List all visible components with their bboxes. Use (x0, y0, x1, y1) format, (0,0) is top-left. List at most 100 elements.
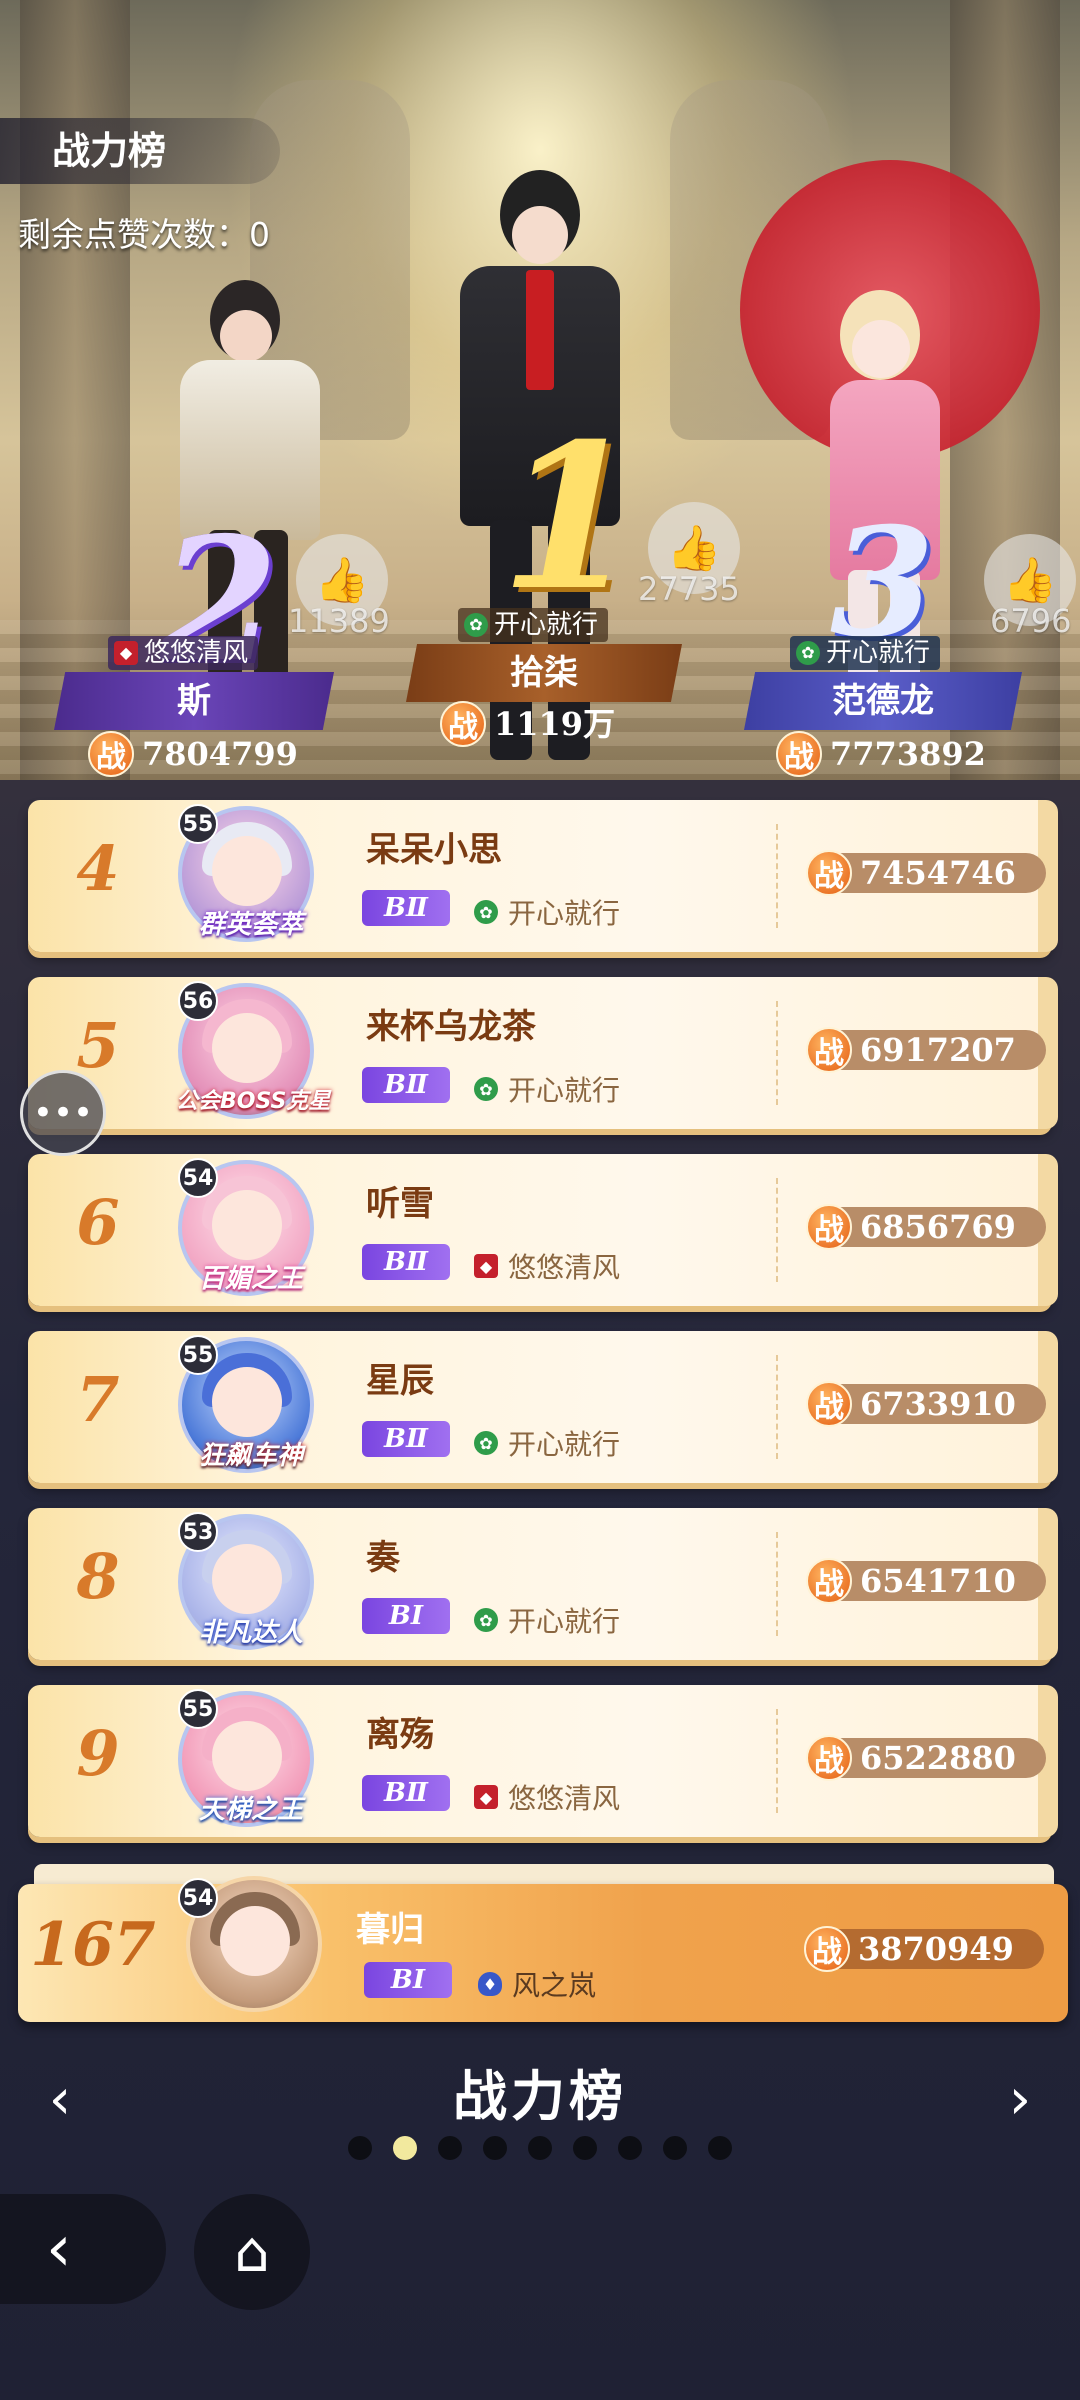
power-badge-icon: 战 (440, 701, 486, 747)
row-divider (776, 1532, 778, 1636)
player-name: 星辰 (366, 1361, 434, 1401)
player-title-badge: 公会BOSS克星 (176, 1089, 331, 1114)
tier-badge: BⅠ (362, 1598, 450, 1634)
page-dot[interactable] (393, 2136, 417, 2160)
guild-name: 开心就行 (508, 1605, 621, 1638)
thumbs-up-icon: 👍 (314, 555, 370, 606)
row-divider (776, 1001, 778, 1105)
player-level-badge: 55 (178, 1689, 218, 1729)
player-name: 呆呆小思 (366, 830, 502, 870)
power-value: 1119万 (494, 705, 616, 743)
power-badge-icon: 战 (806, 1204, 852, 1250)
guild-name: 悠悠清风 (144, 638, 249, 668)
player-guild: ✿ 开心就行 (474, 892, 620, 932)
row-divider (776, 824, 778, 928)
guild-name: 悠悠清风 (508, 1782, 621, 1815)
ranking-row[interactable]: 8 53 非凡达人 奏 BⅠ ✿ 开心就行 战 6541710 (28, 1508, 1058, 1668)
ranking-row[interactable]: 5 56 公会BOSS克星 来杯乌龙茶 BⅡ ✿ 开心就行 战 6917207 (28, 977, 1058, 1137)
power-value: 7454746 (840, 853, 1046, 893)
power-badge-icon: 战 (806, 1558, 852, 1604)
row-divider (776, 1709, 778, 1813)
player-title-badge: 百媚之王 (198, 1264, 303, 1294)
power-badge-icon: 战 (88, 731, 134, 777)
ranking-row[interactable]: 9 55 天梯之王 离殇 BⅡ ◆ 悠悠清风 战 6522880 (28, 1685, 1058, 1845)
guild-green-emblem-icon: ✿ (474, 1077, 498, 1101)
player-level-badge: 56 (178, 981, 218, 1021)
player-guild: ◆ 悠悠清风 (474, 1246, 620, 1286)
player-name-rank-3[interactable]: 范德龙 (744, 672, 1022, 730)
guild-green-emblem-icon: ✿ (474, 1431, 498, 1455)
player-guild: ✿ 开心就行 (474, 1069, 620, 1109)
podium-rank-1-number: 1 (500, 400, 640, 635)
page-indicator[interactable] (0, 2136, 1080, 2160)
ranking-row[interactable]: 6 54 百媚之王 听雪 BⅡ ◆ 悠悠清风 战 6856769 (28, 1154, 1058, 1314)
page-dot[interactable] (573, 2136, 597, 2160)
page-dot[interactable] (528, 2136, 552, 2160)
power-value: 6541710 (840, 1561, 1046, 1601)
my-ranking-row[interactable]: 167 54 暮归 BⅠ ♦ 风之岚 战 3870949 (18, 1876, 1068, 2022)
guild-name: 悠悠清风 (508, 1251, 621, 1284)
chat-bubble-icon: ••• (32, 1093, 94, 1133)
power-value: 3870949 (838, 1929, 1044, 1969)
guild-red-emblem-icon: ◆ (474, 1254, 498, 1278)
row-rank: 7 (76, 1363, 120, 1436)
row-rank: 8 (76, 1540, 120, 1613)
player-name: 奏 (366, 1538, 400, 1578)
row-rank: 6 (76, 1186, 120, 1259)
player-level-badge: 54 (178, 1158, 218, 1198)
home-button[interactable]: ⌂ (194, 2194, 310, 2310)
guild-tag-rank-1: ✿ 开心就行 (458, 608, 609, 642)
guild-name: 开心就行 (826, 638, 931, 668)
page-dot[interactable] (708, 2136, 732, 2160)
guild-green-emblem-icon: ✿ (474, 900, 498, 924)
power-badge-icon: 战 (806, 1735, 852, 1781)
guild-green-emblem-icon: ✿ (464, 613, 488, 637)
power-badge-icon: 战 (806, 1027, 852, 1073)
page-dot[interactable] (483, 2136, 507, 2160)
my-power: 战 3870949 (804, 1926, 1044, 1972)
power-rank-2: 战 7804799 (88, 731, 314, 777)
player-power: 战 6917207 (806, 1027, 1046, 1073)
row-divider (776, 1178, 778, 1282)
power-value: 6917207 (840, 1030, 1046, 1070)
guild-red-emblem-icon: ◆ (114, 641, 138, 665)
ranking-row[interactable]: 4 55 群英荟萃 呆呆小思 BⅡ ✿ 开心就行 战 7454746 (28, 800, 1058, 960)
player-level-badge: 55 (178, 804, 218, 844)
player-name-rank-2[interactable]: 斯 (54, 672, 334, 730)
chevron-right-icon: › (1008, 2067, 1032, 2132)
power-rank-1: 战 1119万 (440, 701, 631, 747)
player-name: 离殇 (366, 1715, 434, 1755)
my-level-badge: 54 (178, 1878, 218, 1918)
board-name: 战力榜 (453, 2065, 627, 2128)
guild-blue-emblem-icon: ♦ (478, 1972, 502, 1996)
next-board-button[interactable]: › (996, 2070, 1044, 2130)
ranking-row[interactable]: 7 55 狂飙车神 星辰 BⅡ ✿ 开心就行 战 6733910 (28, 1331, 1058, 1491)
row-rank: 9 (76, 1717, 120, 1790)
home-icon: ⌂ (234, 2219, 270, 2285)
tier-badge: BⅡ (362, 1244, 450, 1280)
chat-button[interactable]: ••• (20, 1070, 106, 1156)
my-rank: 167 (30, 1910, 156, 1980)
power-badge-icon: 战 (806, 850, 852, 896)
player-guild: ◆ 悠悠清风 (474, 1777, 620, 1817)
power-rank-3: 战 7773892 (776, 731, 1002, 777)
guild-green-emblem-icon: ✿ (474, 1608, 498, 1632)
page-dot[interactable] (618, 2136, 642, 2160)
player-power: 战 6541710 (806, 1558, 1046, 1604)
page-dot[interactable] (663, 2136, 687, 2160)
player-title-badge: 非凡达人 (198, 1618, 303, 1648)
like-count-rank-1: 27735 (638, 570, 740, 608)
power-value: 6522880 (840, 1738, 1046, 1778)
player-name-rank-1[interactable]: 拾柒 (406, 644, 682, 702)
guild-name: 风之岚 (512, 1969, 597, 2002)
guild-name: 开心就行 (508, 1428, 621, 1461)
page-dot[interactable] (348, 2136, 372, 2160)
my-tier-badge: BⅠ (364, 1962, 452, 1998)
back-button[interactable]: ‹ (0, 2194, 166, 2304)
like-count-rank-2: 11389 (288, 602, 390, 640)
player-level-badge: 55 (178, 1335, 218, 1375)
power-value: 7804799 (142, 735, 298, 773)
player-level-badge: 53 (178, 1512, 218, 1552)
power-value: 7773892 (830, 735, 986, 773)
page-dot[interactable] (438, 2136, 462, 2160)
